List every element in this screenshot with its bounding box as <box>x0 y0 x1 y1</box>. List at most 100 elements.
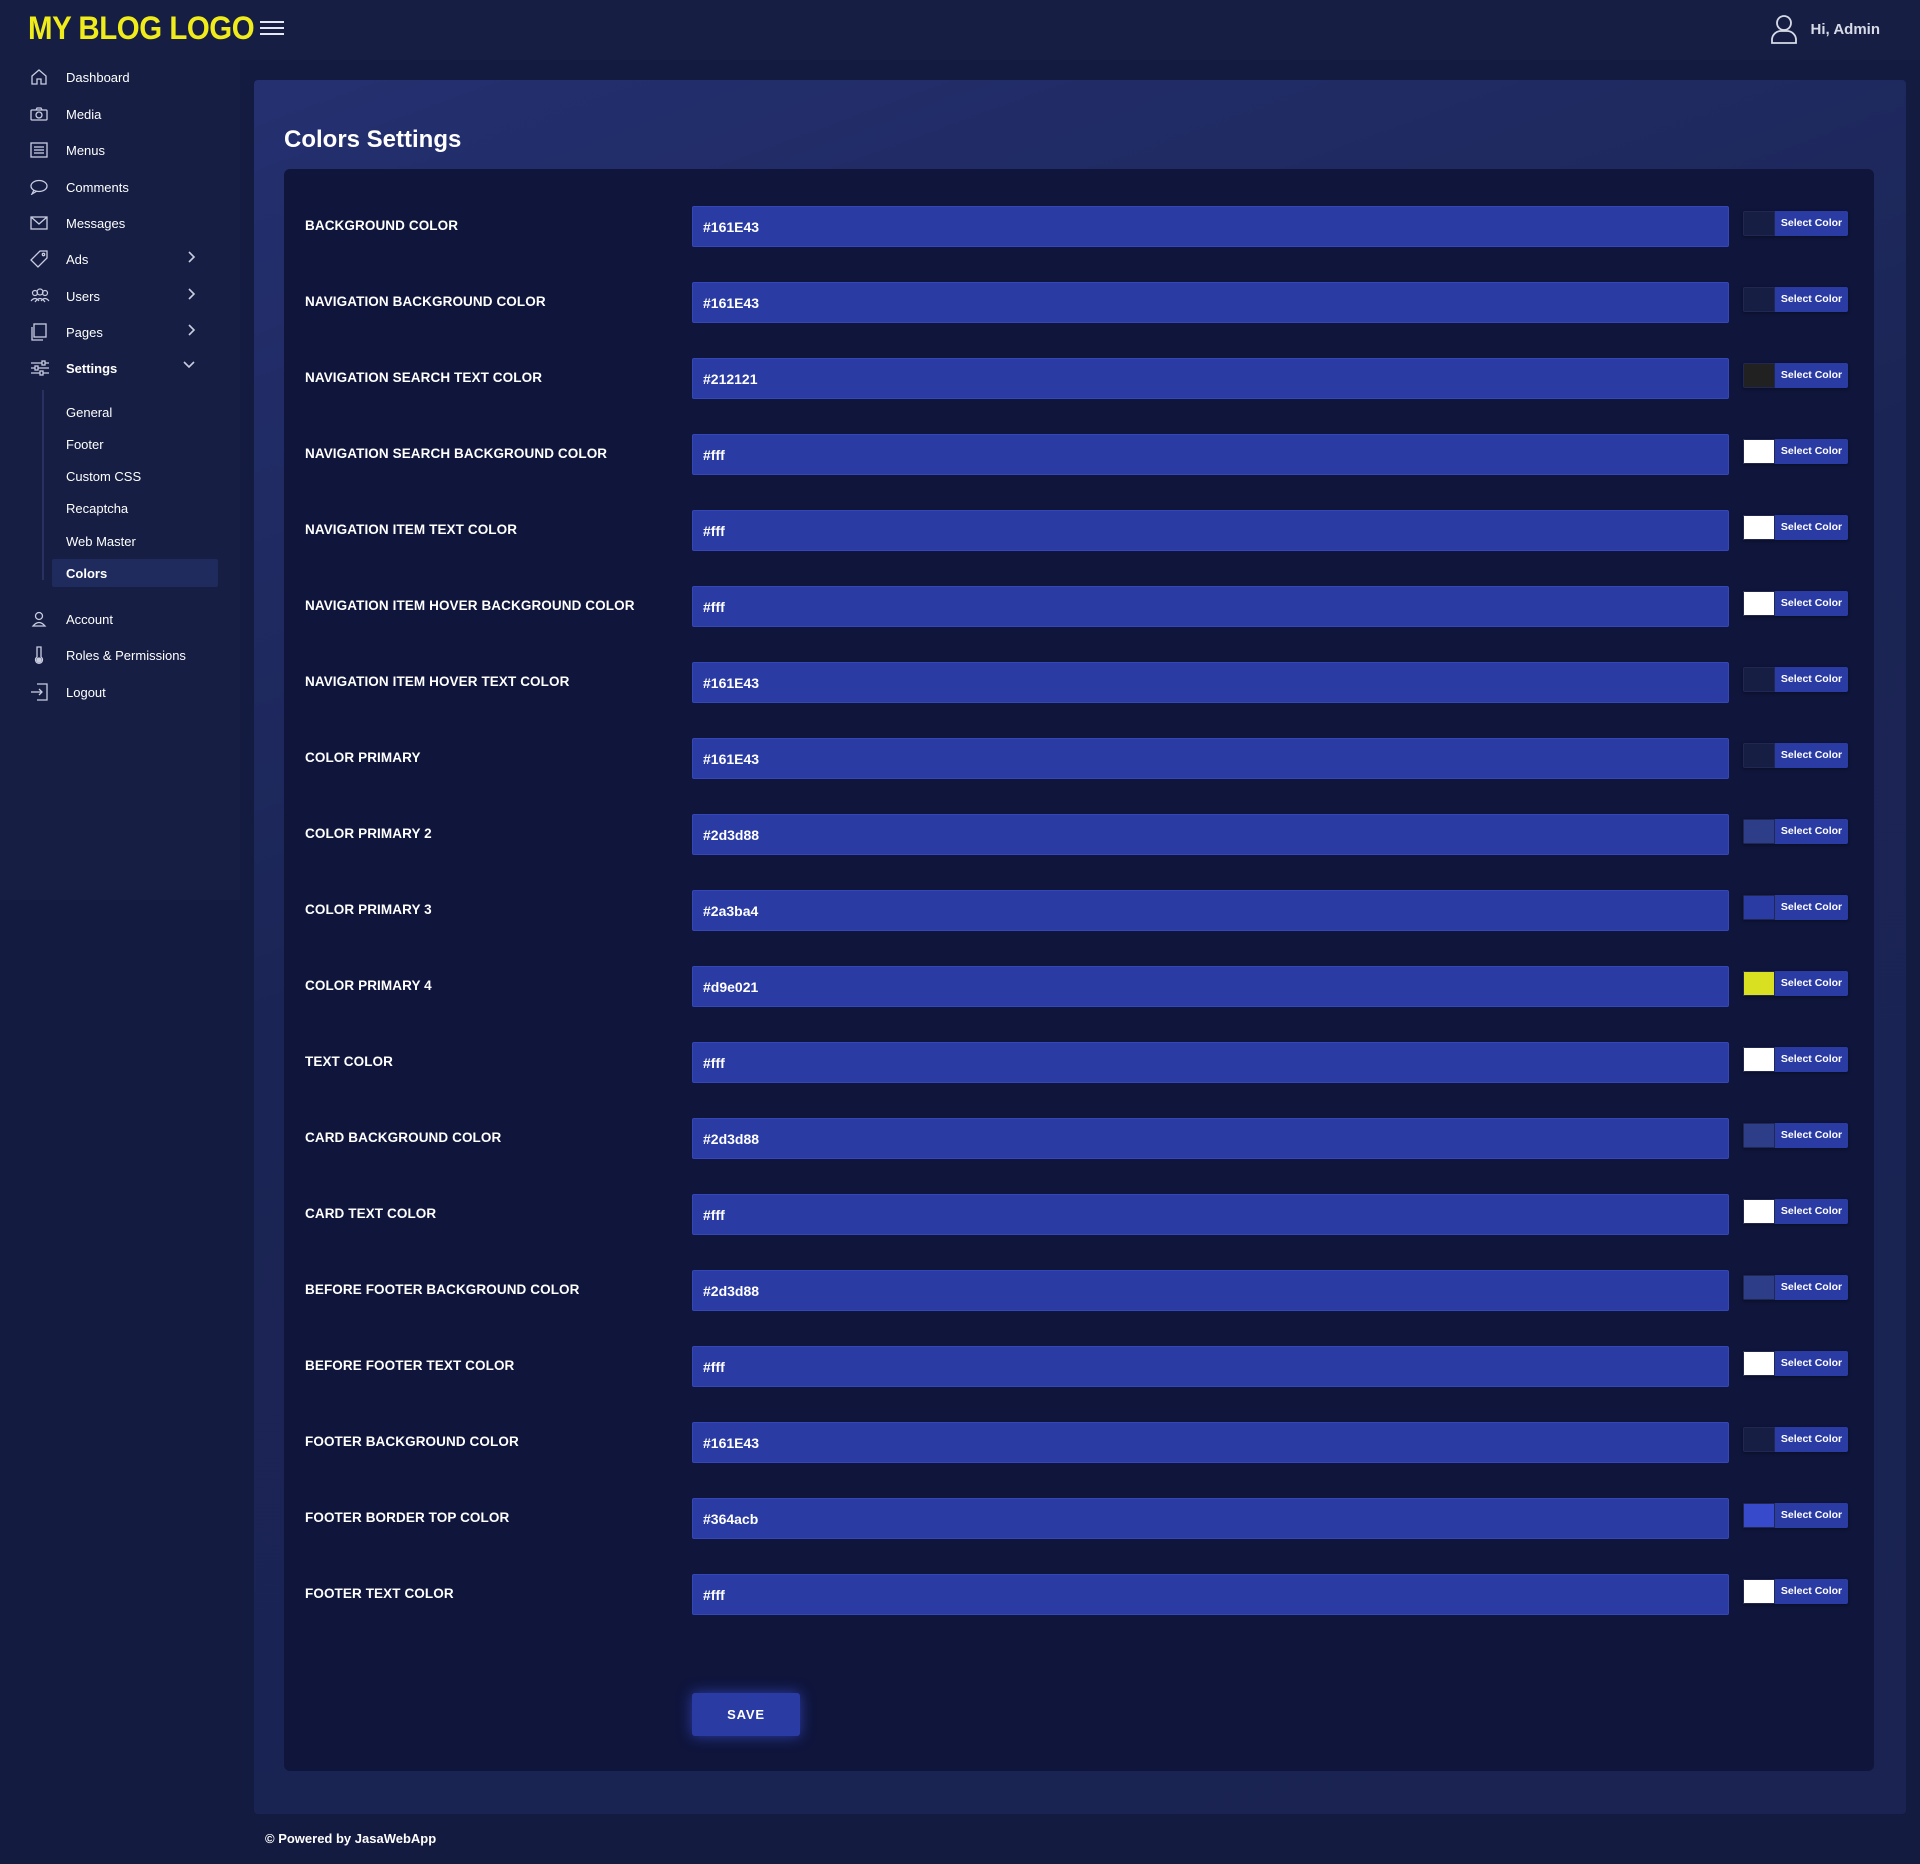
color-value-input[interactable] <box>692 206 1729 247</box>
color-picker[interactable]: Select Color <box>1743 363 1848 388</box>
color-picker[interactable]: Select Color <box>1743 971 1848 996</box>
color-value-input[interactable] <box>692 966 1729 1007</box>
select-color-button[interactable]: Select Color <box>1775 667 1848 692</box>
sidebar-item-menus[interactable]: Menus <box>30 137 210 163</box>
hamburger-icon[interactable] <box>258 17 288 41</box>
color-swatch[interactable] <box>1743 1047 1775 1072</box>
select-color-button[interactable]: Select Color <box>1775 439 1848 464</box>
color-swatch[interactable] <box>1743 363 1775 388</box>
sidebar-item-users[interactable]: Users <box>30 283 210 309</box>
color-value-input[interactable] <box>692 1498 1729 1539</box>
color-picker[interactable]: Select Color <box>1743 211 1848 236</box>
select-color-button[interactable]: Select Color <box>1775 1199 1848 1224</box>
color-swatch[interactable] <box>1743 439 1775 464</box>
color-value-input[interactable] <box>692 434 1729 475</box>
color-picker[interactable]: Select Color <box>1743 1047 1848 1072</box>
color-value-input[interactable] <box>692 586 1729 627</box>
color-value-input[interactable] <box>692 662 1729 703</box>
color-picker[interactable]: Select Color <box>1743 1427 1848 1452</box>
color-swatch[interactable] <box>1743 895 1775 920</box>
color-swatch[interactable] <box>1743 591 1775 616</box>
select-color-button[interactable]: Select Color <box>1775 1275 1848 1300</box>
color-value-input[interactable] <box>692 1270 1729 1311</box>
color-value-input[interactable] <box>692 1422 1729 1463</box>
sidebar-item-logout[interactable]: Logout <box>30 679 210 705</box>
color-picker[interactable]: Select Color <box>1743 743 1848 768</box>
save-button[interactable]: SAVE <box>692 1693 800 1736</box>
select-color-button[interactable]: Select Color <box>1775 1123 1848 1148</box>
color-swatch[interactable] <box>1743 1503 1775 1528</box>
select-color-button[interactable]: Select Color <box>1775 1579 1848 1604</box>
submenu-item-colors[interactable]: Colors <box>52 559 218 587</box>
submenu-item-footer[interactable]: Footer <box>52 430 218 458</box>
color-swatch[interactable] <box>1743 1579 1775 1604</box>
color-picker[interactable]: Select Color <box>1743 515 1848 540</box>
color-value-input[interactable] <box>692 1042 1729 1083</box>
color-picker[interactable]: Select Color <box>1743 819 1848 844</box>
color-swatch[interactable] <box>1743 1199 1775 1224</box>
color-picker[interactable]: Select Color <box>1743 591 1848 616</box>
color-picker[interactable]: Select Color <box>1743 439 1848 464</box>
user-menu[interactable]: Hi, Admin <box>1769 13 1880 45</box>
color-swatch[interactable] <box>1743 1275 1775 1300</box>
sidebar-item-ads[interactable]: Ads <box>30 246 210 272</box>
color-value-input[interactable] <box>692 1574 1729 1615</box>
color-setting-label: FOOTER BORDER TOP COLOR <box>305 1510 510 1525</box>
color-value-input[interactable] <box>692 1118 1729 1159</box>
color-picker[interactable]: Select Color <box>1743 1579 1848 1604</box>
sidebar-item-media[interactable]: Media <box>30 101 210 127</box>
submenu-item-web-master[interactable]: Web Master <box>52 527 218 555</box>
select-color-button[interactable]: Select Color <box>1775 287 1848 312</box>
site-logo[interactable]: MY BLOG LOGO <box>28 10 255 47</box>
color-picker[interactable]: Select Color <box>1743 895 1848 920</box>
color-picker[interactable]: Select Color <box>1743 1199 1848 1224</box>
submenu-item-custom-css[interactable]: Custom CSS <box>52 462 218 490</box>
color-swatch[interactable] <box>1743 819 1775 844</box>
select-color-button[interactable]: Select Color <box>1775 1503 1848 1528</box>
submenu-item-recaptcha[interactable]: Recaptcha <box>52 494 218 522</box>
color-picker[interactable]: Select Color <box>1743 287 1848 312</box>
color-swatch[interactable] <box>1743 1123 1775 1148</box>
color-value-input[interactable] <box>692 358 1729 399</box>
select-color-button[interactable]: Select Color <box>1775 363 1848 388</box>
submenu-item-general[interactable]: General <box>52 398 218 426</box>
color-picker[interactable]: Select Color <box>1743 1503 1848 1528</box>
select-color-button[interactable]: Select Color <box>1775 515 1848 540</box>
select-color-button[interactable]: Select Color <box>1775 591 1848 616</box>
color-value-input[interactable] <box>692 738 1729 779</box>
color-value-input[interactable] <box>692 890 1729 931</box>
sidebar-item-settings[interactable]: Settings <box>30 355 210 381</box>
color-value-input[interactable] <box>692 1194 1729 1235</box>
sidebar-item-messages[interactable]: Messages <box>30 210 210 236</box>
color-swatch[interactable] <box>1743 1351 1775 1376</box>
color-picker[interactable]: Select Color <box>1743 1275 1848 1300</box>
sidebar-item-comments[interactable]: Comments <box>30 174 210 200</box>
color-swatch[interactable] <box>1743 515 1775 540</box>
sidebar-item-roles-permissions[interactable]: Roles & Permissions <box>30 642 210 668</box>
color-swatch[interactable] <box>1743 667 1775 692</box>
color-swatch[interactable] <box>1743 971 1775 996</box>
color-picker[interactable]: Select Color <box>1743 1351 1848 1376</box>
color-swatch[interactable] <box>1743 211 1775 236</box>
color-value-input[interactable] <box>692 510 1729 551</box>
color-swatch[interactable] <box>1743 743 1775 768</box>
color-picker[interactable]: Select Color <box>1743 667 1848 692</box>
select-color-button[interactable]: Select Color <box>1775 211 1848 236</box>
select-color-button[interactable]: Select Color <box>1775 895 1848 920</box>
select-color-button[interactable]: Select Color <box>1775 971 1848 996</box>
color-picker[interactable]: Select Color <box>1743 1123 1848 1148</box>
color-value-input[interactable] <box>692 282 1729 323</box>
color-swatch[interactable] <box>1743 287 1775 312</box>
select-color-button[interactable]: Select Color <box>1775 1047 1848 1072</box>
sidebar-item-pages[interactable]: Pages <box>30 319 210 345</box>
select-color-button[interactable]: Select Color <box>1775 1427 1848 1452</box>
select-color-button[interactable]: Select Color <box>1775 743 1848 768</box>
color-swatch[interactable] <box>1743 1427 1775 1452</box>
select-color-button[interactable]: Select Color <box>1775 1351 1848 1376</box>
sidebar-item-account[interactable]: Account <box>30 606 210 632</box>
sidebar-item-dashboard[interactable]: Dashboard <box>30 64 210 90</box>
colors-settings-card: SAVE BACKGROUND COLORSelect ColorNAVIGAT… <box>284 169 1874 1771</box>
color-value-input[interactable] <box>692 814 1729 855</box>
select-color-button[interactable]: Select Color <box>1775 819 1848 844</box>
color-value-input[interactable] <box>692 1346 1729 1387</box>
